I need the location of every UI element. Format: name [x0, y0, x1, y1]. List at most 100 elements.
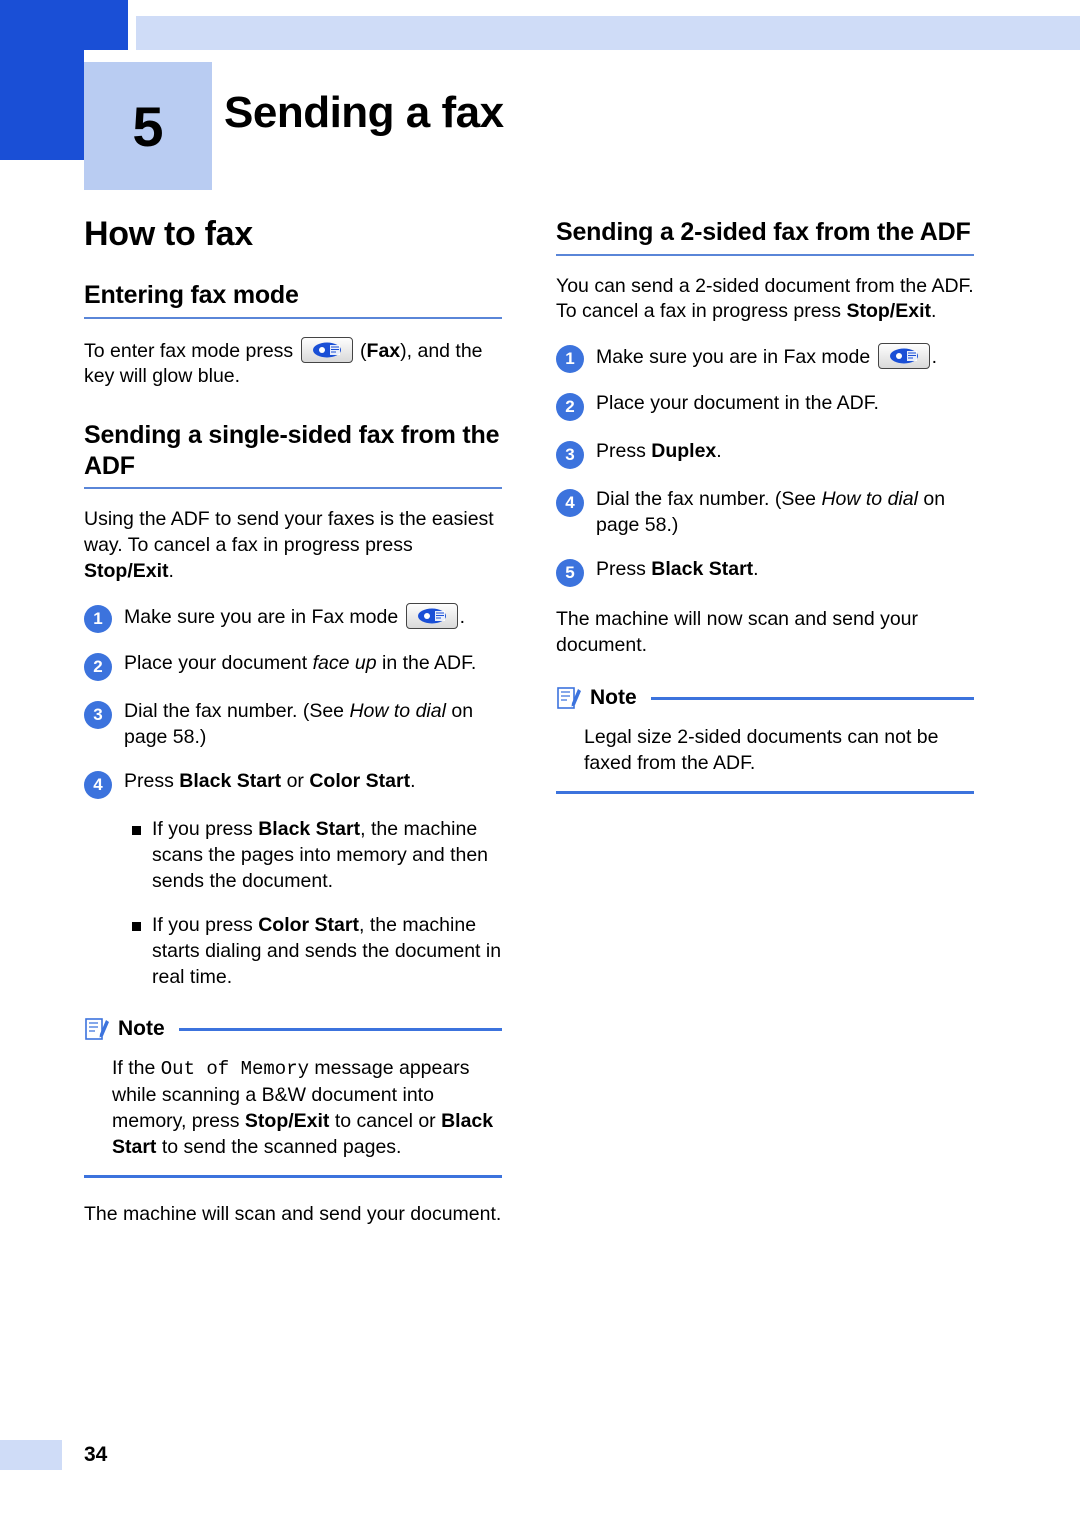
note-text-a: If the: [112, 1057, 161, 1080]
note-mono-text: Out of Memory: [160, 1058, 310, 1081]
note-bottom-rule: [84, 1174, 502, 1178]
note-header: Note: [556, 685, 974, 711]
bullet-item: If you press Black Start, the machine sc…: [84, 817, 502, 895]
step-item: 3 Press Duplex.: [556, 439, 974, 470]
page-number: 34: [84, 1443, 108, 1466]
paragraph-two-sided-intro: You can send a 2-sided document from the…: [556, 274, 974, 326]
twosided-intro-bold: Stop/Exit: [846, 300, 931, 323]
step-text-suffix: .: [931, 346, 938, 369]
step-text-suffix: .: [459, 606, 466, 629]
header-accent-bar-left: [0, 0, 128, 50]
bullet-item: If you press Color Start, the machine st…: [84, 913, 502, 991]
bullet-text-bold: Color Start: [258, 913, 359, 936]
bullet-square-icon: [132, 825, 141, 835]
step-number: 4: [556, 489, 584, 518]
note-rule: [178, 1027, 502, 1031]
left-column: How to fax Entering fax mode To enter fa…: [84, 215, 502, 1227]
step-text: Press Duplex.: [596, 439, 974, 465]
step-text: Press Black Start or Color Start.: [124, 769, 502, 795]
step-number: 3: [556, 441, 584, 470]
note-text-d: to send the scanned pages.: [156, 1135, 402, 1158]
step-item: 4 Dial the fax number. (See How to dial …: [556, 487, 974, 539]
step-number: 5: [556, 559, 584, 588]
single-intro-bold: Stop/Exit: [84, 560, 169, 583]
bullet-square-icon: [132, 921, 141, 931]
step-text-bold-b: Color Start: [309, 769, 411, 792]
note-bold-a: Stop/Exit: [244, 1109, 330, 1132]
note-box-left: Note If the Out of Memory message appear…: [84, 1016, 502, 1178]
step-number: 3: [84, 701, 112, 730]
step-text-a: Press: [124, 769, 180, 792]
step-text-a: Dial the fax number. (See: [596, 488, 822, 511]
heading-two-sided-fax: Sending a 2-sided fax from the ADF: [556, 217, 974, 256]
note-text-c: to cancel or: [329, 1109, 442, 1132]
paragraph-left-closing: The machine will scan and send your docu…: [84, 1202, 502, 1225]
step-item: 1 Make sure you are in Fax mode .: [556, 343, 974, 374]
paragraph-entering-fax-mode: To enter fax mode press (Fax), and the k…: [84, 336, 502, 391]
step-text: Dial the fax number. (See How to dial on…: [596, 487, 974, 539]
step-text: Press Black Start.: [596, 557, 974, 583]
step-text-c: .: [410, 769, 416, 792]
step-text-a: Dial the fax number. (See: [124, 700, 350, 723]
step-number: 2: [84, 653, 112, 682]
twosided-intro-b: .: [931, 300, 937, 323]
note-pencil-icon: [85, 1018, 109, 1041]
bullet-text-a: If you press: [152, 913, 259, 936]
step-text-italic-a: How to: [821, 488, 883, 511]
entering-text-a: To enter fax mode press: [84, 339, 294, 362]
fax-key-icon: [877, 343, 930, 370]
note-header: Note: [84, 1016, 502, 1042]
step-number: 1: [556, 345, 584, 374]
heading-single-sided-fax: Sending a single-sided fax from the ADF: [84, 420, 502, 490]
step-text-b: or: [281, 769, 310, 792]
header-accent-bar-right: [136, 16, 1080, 50]
paragraph-single-sided-intro: Using the ADF to send your faxes is the …: [84, 507, 502, 585]
note-body: Legal size 2-sided documents can not be …: [584, 726, 939, 774]
bullet-text: If you press Black Start, the machine sc…: [152, 817, 502, 895]
step-text-italic-a: How to: [349, 700, 411, 723]
note-body: If the Out of Memory message appears whi…: [112, 1056, 502, 1160]
heading-entering-fax-mode: Entering fax mode: [84, 280, 502, 319]
chapter-number: 5: [132, 94, 164, 158]
step-text-a: Press: [596, 440, 652, 463]
note-bottom-rule: [556, 790, 974, 794]
step-text-b: in the ADF.: [376, 652, 477, 675]
step-text-b: .: [716, 440, 722, 463]
bullet-text: If you press Color Start, the machine st…: [152, 913, 502, 991]
step-text: Dial the fax number. (See How to dial on…: [124, 699, 502, 751]
section-title-how-to-fax: How to fax: [84, 215, 253, 253]
step-text-b: .: [753, 558, 759, 581]
step-text-italic-b: dial: [887, 488, 918, 511]
bullet-text-a: If you press: [152, 817, 259, 840]
step-text-italic-b: dial: [415, 700, 446, 723]
step-text-a: Press: [596, 558, 652, 581]
step-text-bold-a: Black Start: [179, 769, 282, 792]
footer-accent-bar: [0, 1440, 62, 1470]
step-item: 4 Press Black Start or Color Start.: [84, 769, 502, 799]
step-text-italic: face up: [312, 652, 377, 675]
note-label: Note: [590, 686, 637, 710]
step-item: 3 Dial the fax number. (See How to dial …: [84, 699, 502, 751]
step-item: 2 Place your document in the ADF.: [556, 391, 974, 422]
step-text: Make sure you are in Fax mode .: [596, 343, 974, 371]
single-intro-a: Using the ADF to send your faxes is the …: [84, 508, 494, 557]
step-text-bold: Duplex: [651, 440, 717, 463]
bullet-text-bold: Black Start: [258, 817, 361, 840]
step-text-main: Make sure you are in Fax mode: [596, 346, 871, 369]
step-text-a: Place your document: [124, 652, 313, 675]
step-number: 1: [84, 605, 112, 634]
chapter-title: Sending a fax: [224, 88, 504, 137]
step-text-bold: Black Start: [651, 558, 754, 581]
step-text-main: Make sure you are in Fax mode: [124, 606, 399, 629]
note-pencil-icon: [557, 687, 581, 709]
step-number: 2: [556, 393, 584, 422]
step-number: 4: [84, 770, 112, 799]
single-intro-b: .: [168, 560, 174, 583]
step-text: Place your document in the ADF.: [596, 392, 879, 415]
chapter-side-block: [0, 50, 84, 160]
step-text: Make sure you are in Fax mode .: [124, 603, 502, 631]
note-label: Note: [118, 1017, 165, 1041]
entering-fax-bold: Fax: [366, 339, 401, 362]
right-column: Sending a 2-sided fax from the ADF You c…: [556, 215, 974, 794]
fax-key-icon: [405, 603, 458, 630]
